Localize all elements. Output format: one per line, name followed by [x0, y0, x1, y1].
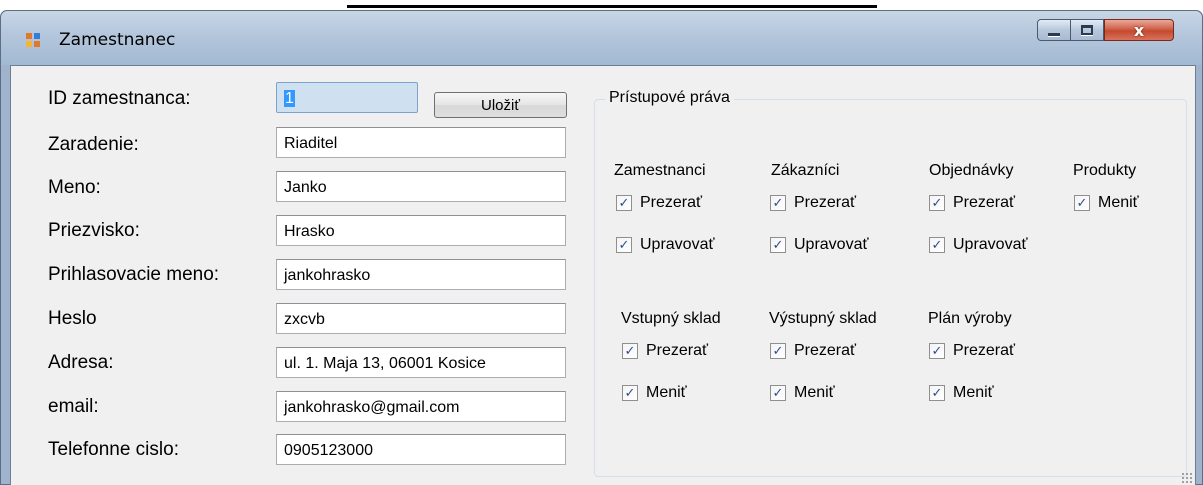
group-customers-heading: Zákazníci [771, 162, 840, 179]
checkbox-label: Upravovať [794, 236, 869, 253]
minimize-button[interactable] [1037, 19, 1071, 41]
group-products-heading: Produkty [1073, 162, 1137, 179]
group-input-warehouse-heading: Vstupný sklad [621, 310, 721, 327]
app-form-icon [26, 33, 42, 49]
check-icon: ✓ [929, 343, 945, 359]
group-output-warehouse-heading: Výstupný sklad [769, 310, 877, 327]
position-field[interactable]: Riaditel [276, 127, 566, 158]
checkbox-label: Upravovať [640, 236, 715, 253]
checkbox-customers-view[interactable]: ✓ Prezerať [770, 194, 856, 212]
check-icon: ✓ [770, 237, 786, 253]
group-orders-heading: Objednávky [929, 162, 1014, 179]
first-name-field[interactable]: Janko [276, 171, 566, 202]
maximize-icon [1081, 25, 1093, 35]
label-email: email: [48, 396, 99, 417]
checkbox-label: Meniť [646, 384, 687, 401]
save-button[interactable]: Uložiť [434, 92, 567, 118]
checkbox-output-warehouse-view[interactable]: ✓ Prezerať [770, 342, 856, 360]
checkbox-products-change[interactable]: ✓ Meniť [1074, 194, 1139, 212]
label-first-name: Meno: [48, 177, 101, 198]
resize-grip-icon[interactable] [1181, 472, 1193, 484]
checkbox-input-warehouse-view[interactable]: ✓ Prezerať [622, 342, 708, 360]
checkbox-label: Upravovať [953, 236, 1028, 253]
minimize-icon [1048, 32, 1060, 36]
last-name-field[interactable]: Hrasko [276, 215, 566, 246]
username-field[interactable]: jankohrasko [276, 259, 566, 290]
checkbox-label: Prezerať [794, 342, 857, 359]
form-client-area: ID zamestnanca: Zaradenie: Meno: Priezvi… [10, 65, 1196, 485]
label-position: Zaradenie: [48, 134, 139, 155]
title-bar[interactable]: Zamestnanec x [1, 11, 1202, 65]
employee-id-value: 1 [284, 90, 295, 107]
group-employees-heading: Zamestnanci [614, 162, 706, 179]
checkbox-output-warehouse-change[interactable]: ✓ Meniť [770, 384, 835, 402]
checkbox-customers-edit[interactable]: ✓ Upravovať [770, 236, 868, 254]
permissions-groupbox [594, 99, 1187, 477]
close-button[interactable]: x [1104, 19, 1174, 41]
email-field[interactable]: jankohrasko@gmail.com [276, 391, 566, 422]
password-field[interactable]: zxcvb [276, 303, 566, 334]
group-production-plan-heading: Plán výroby [928, 310, 1012, 327]
check-icon: ✓ [616, 237, 632, 253]
checkbox-input-warehouse-change[interactable]: ✓ Meniť [622, 384, 687, 402]
checkbox-label: Meniť [953, 384, 994, 401]
maximize-button[interactable] [1071, 19, 1104, 41]
checkbox-employees-view[interactable]: ✓ Prezerať [616, 194, 702, 212]
address-field[interactable]: ul. 1. Maja 13, 06001 Kosice [276, 347, 566, 378]
checkbox-label: Prezerať [640, 194, 703, 211]
label-address: Adresa: [48, 352, 114, 373]
checkbox-label: Prezerať [953, 194, 1016, 211]
checkbox-production-plan-change[interactable]: ✓ Meniť [929, 384, 994, 402]
check-icon: ✓ [770, 343, 786, 359]
close-icon: x [1133, 20, 1145, 40]
check-icon: ✓ [622, 385, 638, 401]
checkbox-employees-edit[interactable]: ✓ Upravovať [616, 236, 714, 254]
checkbox-label: Meniť [1098, 194, 1139, 211]
label-employee-id: ID zamestnanca: [48, 88, 191, 109]
top-decorative-rule [347, 5, 877, 8]
label-password: Heslo [48, 308, 97, 329]
check-icon: ✓ [929, 237, 945, 253]
checkbox-label: Meniť [794, 384, 835, 401]
label-last-name: Priezvisko: [48, 220, 140, 241]
phone-field[interactable]: 0905123000 [276, 434, 566, 465]
permissions-title: Prístupové práva [605, 89, 734, 107]
check-icon: ✓ [929, 195, 945, 211]
label-username: Prihlasovacie meno: [48, 264, 220, 285]
check-icon: ✓ [770, 385, 786, 401]
checkbox-label: Prezerať [953, 342, 1016, 359]
check-icon: ✓ [1074, 195, 1090, 211]
check-icon: ✓ [929, 385, 945, 401]
checkbox-label: Prezerať [646, 342, 709, 359]
label-phone: Telefonne cislo: [48, 439, 179, 460]
checkbox-production-plan-view[interactable]: ✓ Prezerať [929, 342, 1015, 360]
app-window: Zamestnanec x ID zamestnanca: Zaradenie:… [0, 10, 1203, 485]
check-icon: ✓ [616, 195, 632, 211]
employee-id-field[interactable]: 1 [276, 82, 418, 113]
checkbox-orders-view[interactable]: ✓ Prezerať [929, 194, 1015, 212]
window-title: Zamestnanec [59, 30, 176, 50]
check-icon: ✓ [622, 343, 638, 359]
checkbox-orders-edit[interactable]: ✓ Upravovať [929, 236, 1027, 254]
checkbox-label: Prezerať [794, 194, 857, 211]
check-icon: ✓ [770, 195, 786, 211]
